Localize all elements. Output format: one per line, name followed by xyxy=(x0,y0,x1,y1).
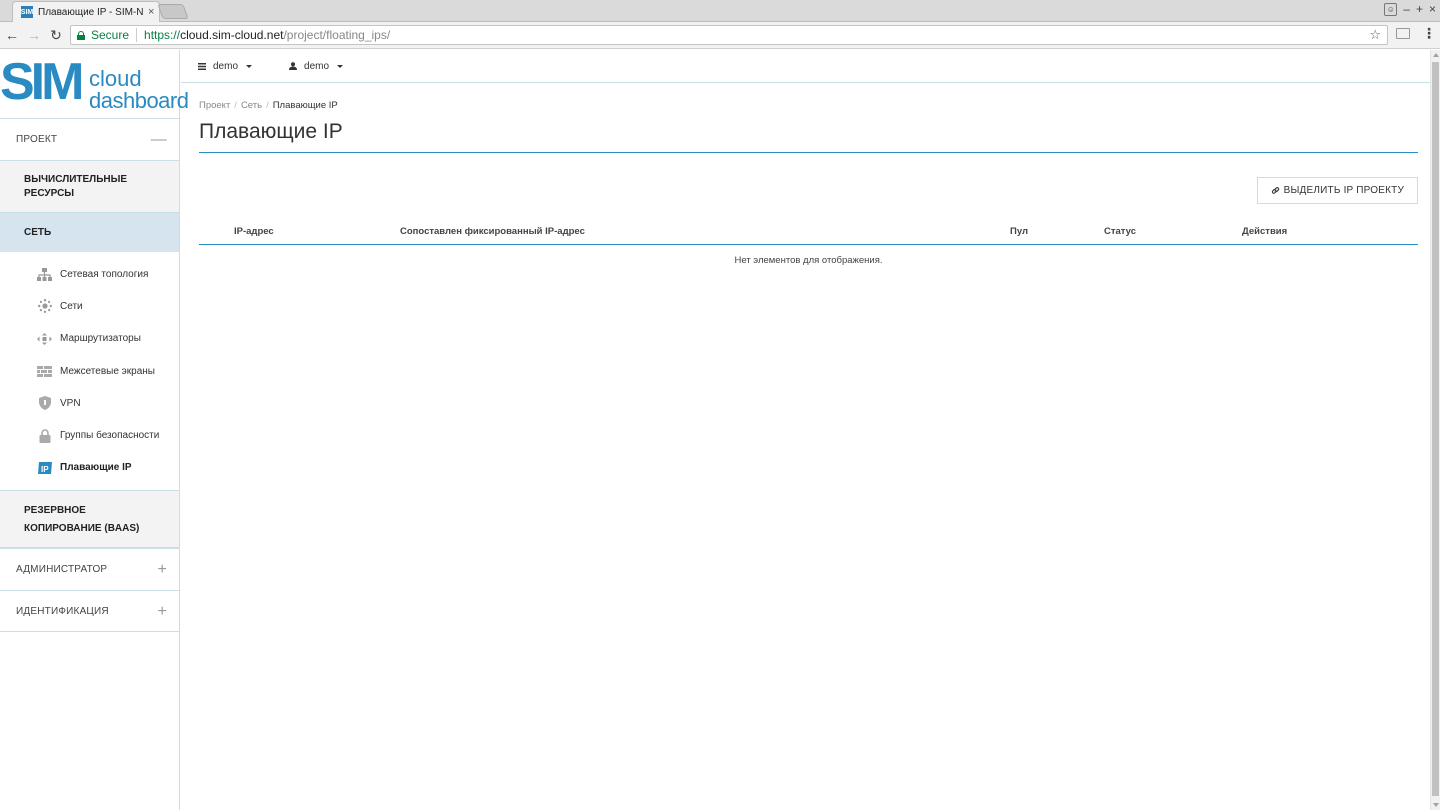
breadcrumb-separator: / xyxy=(234,100,237,111)
link-icon xyxy=(1271,186,1280,195)
top-navigation: demo demo xyxy=(181,50,1430,83)
bookmark-star-icon[interactable]: ☆ xyxy=(1369,27,1381,43)
window-controls: ☺ – + × xyxy=(1384,2,1436,16)
project-selector[interactable]: demo xyxy=(198,60,253,72)
routers-icon xyxy=(37,332,52,346)
network-submenu: Сетевая топология Сети Маршрутизаторы Ме… xyxy=(0,252,179,490)
omnibox-divider xyxy=(136,28,138,42)
collapse-icon[interactable]: — xyxy=(151,131,167,149)
topology-icon xyxy=(37,267,52,281)
sidebar-item-networks[interactable]: Сети xyxy=(0,290,179,322)
lock-icon xyxy=(37,428,52,443)
url-input[interactable]: Secure https:// cloud.sim-cloud.net /pro… xyxy=(70,25,1388,45)
secure-label: Secure xyxy=(91,28,130,42)
breadcrumb-item-network[interactable]: Сеть xyxy=(241,100,262,111)
table-toolbar: ВЫДЕЛИТЬ IP ПРОЕКТУ xyxy=(199,153,1418,217)
svg-text:IP: IP xyxy=(41,465,49,474)
column-status[interactable]: Статус xyxy=(1104,226,1136,237)
breadcrumb-current: Плавающие IP xyxy=(272,100,338,111)
back-arrow-icon[interactable]: ← xyxy=(2,25,22,45)
expand-icon[interactable]: + xyxy=(157,603,167,621)
scroll-down-arrow-icon[interactable] xyxy=(1433,803,1439,807)
floating-ip-icon: IP xyxy=(37,461,52,475)
shield-icon xyxy=(37,396,52,411)
new-tab-button[interactable] xyxy=(157,4,189,19)
forward-arrow-icon[interactable]: → xyxy=(24,25,44,45)
sidebar-item-routers[interactable]: Маршрутизаторы xyxy=(0,323,179,355)
user-name: demo xyxy=(304,60,330,72)
url-scheme: https:// xyxy=(144,28,181,42)
address-bar: ← → ↻ Secure https:// cloud.sim-cloud.ne… xyxy=(0,22,1440,49)
sidebar-item-label: Группы безопасности xyxy=(60,430,160,442)
page-title: Плавающие IP xyxy=(199,119,1418,153)
sidebar-group-network[interactable]: СЕТЬ xyxy=(0,212,179,252)
scrollbar-thumb[interactable] xyxy=(1432,62,1439,796)
user-menu[interactable]: demo xyxy=(289,60,344,72)
sidebar-section-label: ИДЕНТИФИКАЦИЯ xyxy=(16,605,109,617)
caret-down-icon xyxy=(246,64,253,68)
sidebar-item-label: Маршрутизаторы xyxy=(60,333,141,345)
table-header: IP-адрес Сопоставлен фиксированный IP-ад… xyxy=(199,217,1418,245)
column-ip-address[interactable]: IP-адрес xyxy=(234,226,274,237)
column-mapped-fixed-ip[interactable]: Сопоставлен фиксированный IP-адрес xyxy=(400,226,585,237)
sidebar-section-admin[interactable]: АДМИНИСТРАТОР + xyxy=(0,548,179,590)
sidebar-section-label: АДМИНИСТРАТОР xyxy=(16,564,108,576)
logo-cloud: cloud xyxy=(89,66,142,91)
sidebar-group-compute[interactable]: ВЫЧИСЛИТЕЛЬНЫЕ РЕСУРСЫ xyxy=(0,160,179,212)
browser-tab[interactable]: SIM Плавающие IP - SIM-N × xyxy=(12,1,160,22)
logo-dashboard: dashboard xyxy=(89,88,189,113)
sidebar-item-label: Сети xyxy=(60,300,83,312)
allocate-ip-label: ВЫДЕЛИТЬ IP ПРОЕКТУ xyxy=(1283,185,1404,196)
secure-lock-icon xyxy=(77,30,85,40)
profile-icon[interactable]: ☺ xyxy=(1384,2,1398,16)
tab-title: Плавающие IP - SIM-N xyxy=(38,6,144,18)
caret-down-icon xyxy=(337,64,344,68)
cast-icon[interactable] xyxy=(1396,28,1410,39)
sidebar-section-project[interactable]: ПРОЕКТ — xyxy=(0,118,179,160)
breadcrumb-item-project[interactable]: Проект xyxy=(199,100,230,111)
allocate-ip-button[interactable]: ВЫДЕЛИТЬ IP ПРОЕКТУ xyxy=(1256,177,1418,204)
sidebar-item-label: VPN xyxy=(60,397,81,409)
column-actions: Действия xyxy=(1242,226,1288,237)
reload-icon[interactable]: ↻ xyxy=(46,25,66,45)
list-icon xyxy=(198,62,206,70)
project-name: demo xyxy=(213,60,239,72)
column-pool[interactable]: Пул xyxy=(1010,226,1028,237)
logo[interactable]: SIM cloud dashboard xyxy=(0,50,189,118)
sidebar-section-identity[interactable]: ИДЕНТИФИКАЦИЯ + xyxy=(0,590,179,633)
maximize-button[interactable]: + xyxy=(1416,2,1423,16)
firewall-icon xyxy=(37,364,52,378)
sidebar-section-label: ПРОЕКТ xyxy=(16,134,58,145)
breadcrumb-separator: / xyxy=(266,100,269,111)
tab-close-icon[interactable]: × xyxy=(148,6,154,18)
sidebar-item-firewalls[interactable]: Межсетевые экраны xyxy=(0,355,179,387)
browser-tab-bar: SIM Плавающие IP - SIM-N × ☺ – + × xyxy=(0,0,1440,22)
user-icon xyxy=(289,62,298,70)
sidebar-item-label: Плавающие IP xyxy=(60,462,132,474)
scroll-up-arrow-icon[interactable] xyxy=(1433,53,1439,57)
minimize-button[interactable]: – xyxy=(1403,2,1410,16)
url-path: /project/floating_ips/ xyxy=(283,28,391,42)
sidebar-item-label: Межсетевые экраны xyxy=(60,365,155,377)
favicon-icon: SIM xyxy=(21,6,33,18)
logo-sim: SIM xyxy=(0,53,84,111)
sidebar-item-security-groups[interactable]: Группы безопасности xyxy=(0,419,179,451)
url-host: cloud.sim-cloud.net xyxy=(180,28,284,42)
sidebar-group-label: СЕТЬ xyxy=(24,226,52,238)
breadcrumb: Проект / Сеть / Плавающие IP xyxy=(199,100,1418,111)
close-window-button[interactable]: × xyxy=(1429,2,1436,16)
sidebar-item-vpn[interactable]: VPN xyxy=(0,387,179,419)
networks-icon xyxy=(37,299,52,314)
sidebar: SIM cloud dashboard ПРОЕКТ — ВЫЧИСЛИТЕЛЬ… xyxy=(0,50,189,810)
sidebar-item-floating-ips[interactable]: IP Плавающие IP xyxy=(0,452,179,484)
table-empty-message: Нет элементов для отображения. xyxy=(734,255,883,266)
main-content: Проект / Сеть / Плавающие IP Плавающие I… xyxy=(199,84,1418,266)
sidebar-item-label: Сетевая топология xyxy=(60,268,149,280)
expand-icon[interactable]: + xyxy=(157,561,167,579)
sidebar-group-backup[interactable]: РЕЗЕРВНОЕ КОПИРОВАНИЕ (BAAS) xyxy=(0,490,179,549)
browser-menu-icon[interactable]: ⋮ xyxy=(1422,25,1436,42)
page-scrollbar[interactable] xyxy=(1430,50,1440,810)
sidebar-item-topology[interactable]: Сетевая топология xyxy=(0,258,179,290)
